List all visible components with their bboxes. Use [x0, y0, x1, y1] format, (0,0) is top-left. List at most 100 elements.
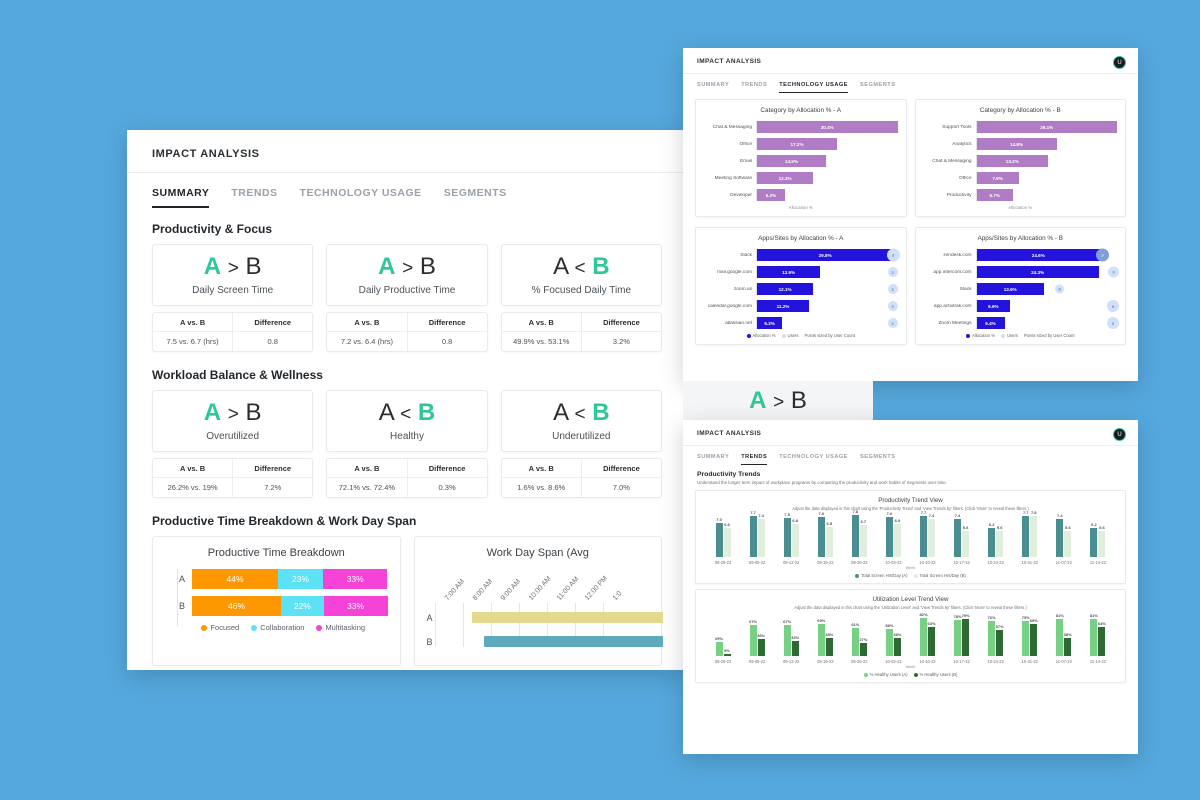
user-count-bubble[interactable]: 9 — [1107, 300, 1119, 312]
bar-series-b[interactable]: 6.8 — [791, 518, 799, 557]
bar[interactable]: 17.2% — [757, 138, 838, 150]
segment-multitasking[interactable]: 33% — [323, 596, 388, 616]
legend-item-series-a[interactable]: % Healthy Users (A) — [863, 672, 908, 677]
kpi-card[interactable]: A < B % Focused Daily Time — [500, 244, 662, 306]
bar-series-b[interactable]: 63% — [927, 621, 936, 656]
bar[interactable]: 13.6% — [976, 283, 1044, 295]
segment-multitasking[interactable]: 33% — [322, 569, 388, 589]
bar-series-b[interactable]: 38% — [825, 632, 833, 656]
bar-series-b[interactable]: 36% — [757, 633, 765, 656]
segment-collaboration[interactable]: 23% — [278, 569, 323, 589]
legend-item-allocation[interactable]: Allocation % — [746, 333, 776, 338]
legend-item-multitasking[interactable]: Multitasking — [316, 623, 365, 632]
legend-item-series-b[interactable]: % Healthy Users (B) — [913, 672, 957, 677]
bar-series-a[interactable]: 7.8 — [851, 509, 859, 557]
bar-series-b[interactable]: 27% — [859, 637, 867, 656]
bar[interactable]: 30.4% — [757, 121, 898, 133]
bar[interactable]: 13.2% — [976, 155, 1049, 167]
kpi-card[interactable]: A > B Overutilized — [152, 390, 314, 452]
bar-series-b[interactable]: 79% — [962, 613, 970, 656]
bar-series-b[interactable]: 6.6 — [723, 522, 731, 557]
bar-series-a[interactable]: 69% — [817, 618, 825, 656]
bar-series-a[interactable]: 7.4 — [1056, 513, 1064, 557]
tab-technology-usage[interactable]: TECHNOLOGY USAGE — [300, 187, 422, 208]
bar-series-b[interactable]: 7.4 — [928, 513, 935, 557]
bar-series-a[interactable]: 67% — [783, 619, 791, 656]
user-count-bubble[interactable]: 9 — [1096, 248, 1109, 262]
bar-series-b[interactable]: 64% — [1098, 621, 1106, 656]
bar-series-a[interactable]: 6.2 — [1090, 522, 1098, 557]
bar-series-a[interactable]: 75% — [1022, 615, 1030, 656]
bar[interactable]: 24.6% — [976, 249, 1101, 261]
bar-series-a[interactable]: 82% — [919, 612, 928, 656]
bar-series-b[interactable]: 57% — [996, 624, 1004, 656]
bar[interactable]: 5.2% — [757, 317, 783, 329]
legend-item-collaboration[interactable]: Collaboration — [251, 623, 304, 632]
bar[interactable]: 6.2% — [757, 189, 786, 201]
bar-series-a[interactable]: 58% — [885, 623, 893, 656]
gantt-bar-b[interactable] — [483, 636, 663, 647]
bar[interactable]: 14.8% — [976, 138, 1057, 150]
bar-series-a[interactable]: 81% — [1090, 613, 1098, 656]
tab-segments[interactable]: SEGMENTS — [860, 454, 895, 465]
bar-series-b[interactable]: 5.6 — [962, 525, 970, 557]
tab-summary[interactable]: SUMMARY — [697, 82, 729, 93]
bar[interactable]: 26.1% — [976, 121, 1117, 133]
bar-series-b[interactable]: 38% — [1064, 632, 1072, 656]
bar-series-a[interactable]: 7.7 — [920, 510, 927, 557]
bar-series-a[interactable]: 81% — [1056, 613, 1064, 656]
avatar[interactable]: U — [1113, 56, 1126, 69]
legend-item-series-b[interactable]: Total Screen Hrs/Day (B) — [913, 573, 966, 578]
tab-segments[interactable]: SEGMENTS — [860, 82, 895, 93]
bar[interactable]: 12.3% — [757, 172, 814, 184]
tab-segments[interactable]: SEGMENTS — [444, 187, 507, 208]
bar-series-b[interactable]: 7.4 — [757, 513, 765, 557]
bar-series-a[interactable]: 61% — [851, 622, 859, 656]
legend-item-focused[interactable]: Focused — [201, 623, 239, 632]
bar-series-b[interactable]: 33% — [791, 635, 799, 656]
kpi-card[interactable]: A < B Underutilized — [500, 390, 662, 452]
gantt-bar-a[interactable] — [471, 612, 663, 623]
legend-item-users[interactable]: Users — [1001, 333, 1018, 338]
tab-technology-usage[interactable]: TECHNOLOGY USAGE — [779, 82, 849, 93]
bar-series-b[interactable]: 7.8 — [1030, 510, 1038, 557]
bar[interactable]: 5.4% — [976, 317, 1005, 329]
bar-series-b[interactable]: 6.5 — [825, 521, 833, 557]
bar[interactable]: 12.1% — [757, 283, 814, 295]
bar-series-b[interactable]: 69% — [1030, 618, 1038, 656]
user-count-bubble[interactable]: 3 — [887, 284, 898, 294]
tab-summary[interactable]: SUMMARY — [697, 454, 729, 465]
segment-focused[interactable]: 44% — [192, 569, 279, 589]
bar-series-a[interactable]: 7.7 — [749, 510, 757, 557]
user-count-bubble[interactable]: 9 — [1107, 317, 1119, 329]
bar-series-a[interactable]: 7.6 — [885, 511, 893, 557]
tab-summary[interactable]: SUMMARY — [152, 187, 210, 208]
bar-series-a[interactable]: 7.7 — [1022, 510, 1030, 557]
bar[interactable]: 6.6% — [976, 300, 1011, 312]
bar[interactable]: 13.9% — [757, 266, 821, 278]
legend-item-series-a[interactable]: Total Screen Hrs/Day (A) — [855, 573, 908, 578]
bar[interactable]: 29.8% — [757, 249, 894, 261]
bar-series-a[interactable]: 67% — [749, 619, 757, 656]
user-count-bubble[interactable]: 9 — [1108, 266, 1119, 278]
bar-series-a[interactable]: 7.0 — [715, 517, 723, 557]
legend-item-allocation[interactable]: Allocation % — [966, 333, 995, 338]
kpi-card[interactable]: A > B Daily Productive Time — [326, 244, 488, 306]
segment-focused[interactable]: 46% — [192, 596, 282, 616]
bar-series-b[interactable]: 5.6 — [1098, 525, 1106, 557]
user-count-bubble[interactable]: 3 — [887, 267, 898, 277]
bar-series-b[interactable]: 38% — [893, 632, 901, 656]
bar[interactable]: 7.9% — [976, 172, 1019, 184]
kpi-card[interactable]: A < B Healthy — [326, 390, 488, 452]
bar-series-a[interactable]: 7.5 — [783, 512, 791, 557]
bar-series-b[interactable]: 5% — [723, 648, 731, 656]
bar-series-b[interactable]: 6.9 — [893, 518, 901, 557]
bar[interactable]: 11.2% — [757, 300, 809, 312]
user-count-bubble[interactable]: 3 — [886, 248, 900, 262]
bar-series-b[interactable]: 5.6 — [996, 525, 1004, 557]
tab-trends[interactable]: TRENDS — [231, 187, 277, 208]
bar-series-a[interactable]: 76% — [988, 615, 996, 656]
legend-item-users[interactable]: Users — [781, 333, 798, 338]
tab-technology-usage[interactable]: TECHNOLOGY USAGE — [779, 454, 848, 465]
bar-series-b[interactable]: 6.7 — [859, 519, 867, 557]
